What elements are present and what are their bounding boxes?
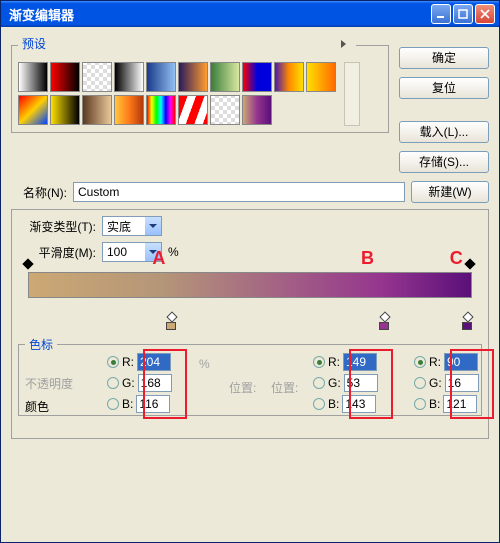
presets-fieldset: 预设 <box>11 35 389 133</box>
ok-button[interactable]: 确定 <box>399 47 489 69</box>
position-label-a: 位置: <box>229 379 256 396</box>
type-value: 实底 <box>107 218 131 235</box>
close-button[interactable] <box>475 4 495 24</box>
radio-g-a[interactable] <box>107 377 119 389</box>
radio-r-c[interactable] <box>414 356 426 368</box>
preset-swatch-11[interactable] <box>50 95 80 125</box>
color-stop-a[interactable] <box>166 313 178 330</box>
position-label-b: 位置: <box>271 379 298 396</box>
highlight-b <box>349 349 393 419</box>
radio-g-c[interactable] <box>414 377 426 389</box>
preset-swatch-5[interactable] <box>178 62 208 92</box>
new-button[interactable]: 新建(W) <box>411 181 489 203</box>
maximize-button[interactable] <box>453 4 473 24</box>
name-input[interactable] <box>73 182 405 202</box>
presets-menu-icon[interactable] <box>341 40 346 48</box>
preset-swatch-0[interactable] <box>18 62 48 92</box>
radio-b-c[interactable] <box>414 398 426 410</box>
opacity-label: 不透明度 <box>25 375 73 392</box>
preset-swatch-7[interactable] <box>242 62 272 92</box>
window-title: 渐变编辑器 <box>5 5 429 24</box>
opacity-stop-left[interactable] <box>24 260 34 270</box>
preset-swatch-13[interactable] <box>114 95 144 125</box>
preset-swatch-8[interactable] <box>274 62 304 92</box>
name-label: 名称(N): <box>11 184 67 201</box>
smoothness-label: 平滑度(M): <box>18 244 96 261</box>
radio-r-a[interactable] <box>107 356 119 368</box>
color-label: 颜色 <box>25 398 73 415</box>
save-button[interactable]: 存储(S)... <box>399 151 489 173</box>
reset-button[interactable]: 复位 <box>399 77 489 99</box>
preset-swatch-10[interactable] <box>18 95 48 125</box>
marker-a: A <box>152 248 165 269</box>
gradient-editor-window: 渐变编辑器 预设 确定 复位 载入(L <box>0 0 500 543</box>
preset-swatch-1[interactable] <box>50 62 80 92</box>
highlight-a <box>143 349 187 419</box>
type-select[interactable]: 实底 <box>102 216 162 236</box>
radio-g-b[interactable] <box>313 377 325 389</box>
presets-grid <box>18 62 340 126</box>
gradient-bar[interactable] <box>28 272 472 298</box>
marker-c: C <box>450 248 463 269</box>
radio-b-b[interactable] <box>313 398 325 410</box>
smoothness-suffix: % <box>168 245 179 259</box>
presets-scrollbar[interactable] <box>344 62 360 126</box>
preset-swatch-12[interactable] <box>82 95 112 125</box>
preset-swatch-9[interactable] <box>306 62 336 92</box>
opacity-stop-right[interactable] <box>466 260 476 270</box>
chevron-down-icon <box>145 217 161 235</box>
smoothness-value: 100 <box>107 245 127 259</box>
gradient-settings: 渐变类型(T): 实底 平滑度(M): 100 % A B C <box>11 209 489 439</box>
titlebar[interactable]: 渐变编辑器 <box>1 1 499 27</box>
marker-b: B <box>361 248 374 269</box>
preset-swatch-15[interactable] <box>178 95 208 125</box>
radio-r-b[interactable] <box>313 356 325 368</box>
preset-swatch-14[interactable] <box>146 95 176 125</box>
presets-label: 预设 <box>22 35 46 52</box>
color-stop-c[interactable] <box>462 313 474 330</box>
load-button[interactable]: 载入(L)... <box>399 121 489 143</box>
preset-swatch-16[interactable] <box>210 95 240 125</box>
preset-swatch-17[interactable] <box>242 95 272 125</box>
preset-swatch-4[interactable] <box>146 62 176 92</box>
presets-legend: 预设 <box>18 35 356 56</box>
highlight-c <box>450 349 494 419</box>
stops-fieldset: 色标 不透明度 颜色 R: G: B: % 位置: R: G: B: 位置: <box>18 336 482 416</box>
preset-swatch-3[interactable] <box>114 62 144 92</box>
preset-swatch-6[interactable] <box>210 62 240 92</box>
stops-legend: 色标 <box>25 336 57 353</box>
minimize-button[interactable] <box>431 4 451 24</box>
color-stop-b[interactable] <box>379 313 391 330</box>
preset-swatch-2[interactable] <box>82 62 112 92</box>
type-label: 渐变类型(T): <box>18 218 96 235</box>
radio-b-a[interactable] <box>107 398 119 410</box>
